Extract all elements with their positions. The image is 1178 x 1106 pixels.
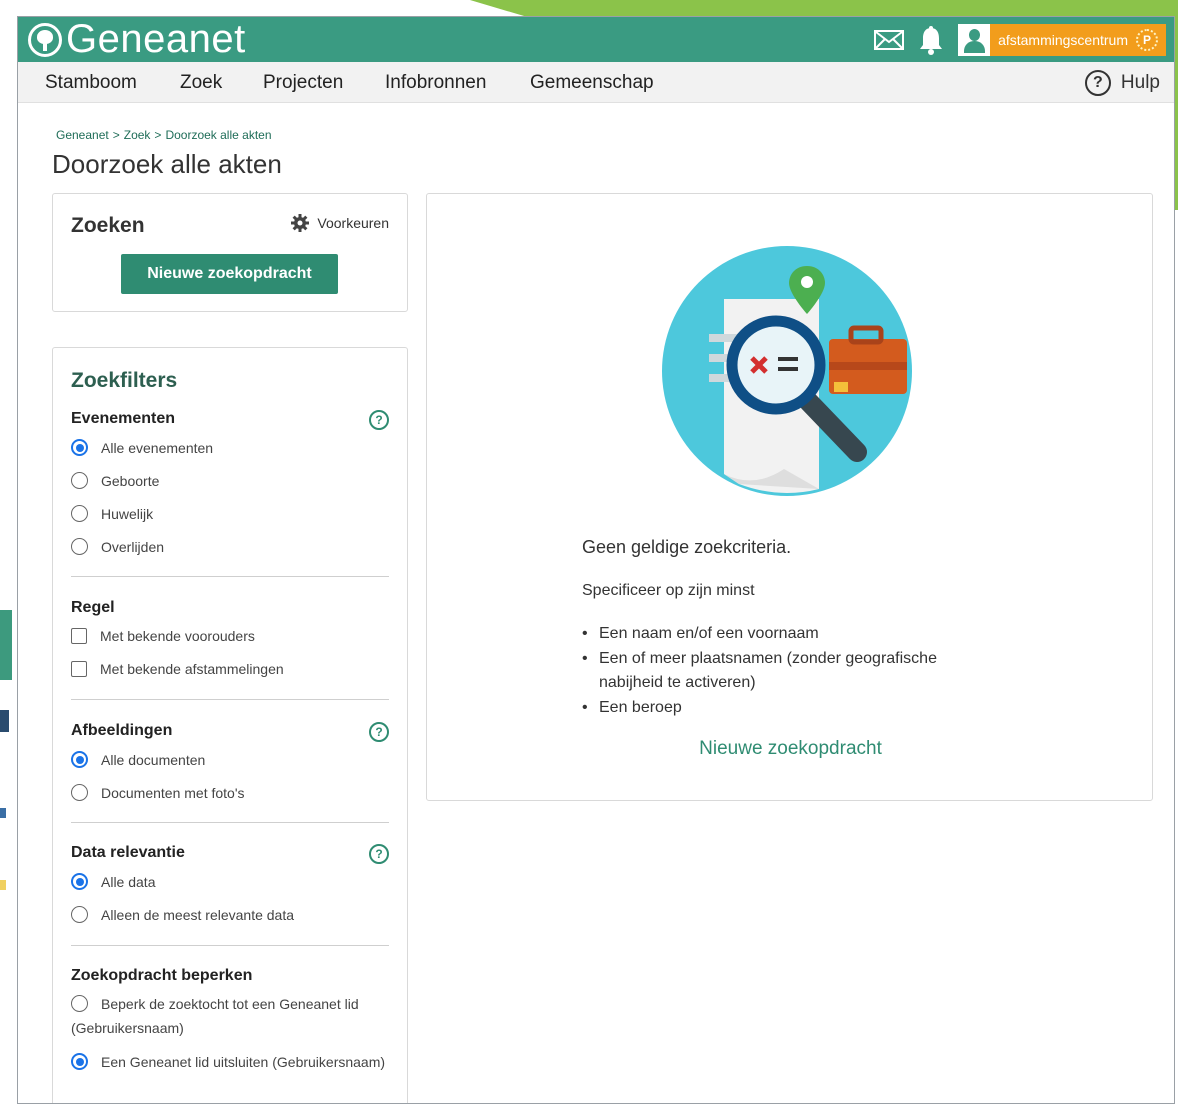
search-panel: Zoeken Voorkeuren Nieuwe zoekopdracht [52, 193, 408, 312]
geneanet-logo[interactable]: Geneanet [28, 17, 246, 62]
checkbox[interactable] [71, 628, 87, 644]
events-option-birth[interactable]: Geboorte [71, 472, 159, 489]
user-name-tag: afstammingscentrum P [990, 24, 1166, 56]
radio-selected[interactable] [71, 751, 88, 768]
nav-item-infobronnen[interactable]: Infobronnen [385, 72, 486, 94]
option-label: Geboorte [101, 472, 160, 489]
breadcrumb-zoek[interactable]: Zoek [124, 128, 151, 142]
option-label: Alleen de meest relevante data [101, 906, 295, 923]
top-icons: afstammingscentrum P [874, 22, 1166, 58]
nav-item-stamboom[interactable]: Stamboom [45, 72, 137, 94]
no-criteria-title: Geen geldige zoekcriteria. [582, 537, 792, 557]
rule-option-descendants[interactable]: Met bekende afstammelingen [71, 661, 284, 677]
new-search-button[interactable]: Nieuwe zoekopdracht [121, 254, 338, 294]
divider [71, 699, 389, 700]
divider [71, 576, 389, 577]
rule-option-ancestors[interactable]: Met bekende voorouders [71, 628, 255, 644]
search-filters-panel: Zoekfilters Evenementen ? Alle evenement… [52, 347, 408, 1103]
breadcrumb-geneanet[interactable]: Geneanet [56, 128, 109, 142]
option-label: Alle evenementen [101, 439, 214, 456]
events-help-icon[interactable]: ? [369, 410, 389, 430]
radio[interactable] [71, 906, 88, 923]
results-panel: Geen geldige zoekcriteria. Specificeer o… [426, 193, 1153, 801]
screenshot-stage: Geneanet afstammingscentrum P Stamboom Z… [0, 0, 1178, 1106]
radio-selected[interactable] [71, 1053, 88, 1070]
option-label: Met bekende afstammelingen [100, 661, 284, 677]
page-title: Doorzoek alle akten [52, 149, 282, 179]
premium-badge-icon: P [1136, 29, 1158, 51]
no-criteria-subtitle: Specificeer op zijn minst [582, 582, 755, 599]
images-option-all[interactable]: Alle documenten [71, 751, 205, 768]
events-option-all[interactable]: Alle evenementen [71, 439, 213, 456]
criteria-list: Een naam en/of een voornaam Een of meer … [582, 622, 1002, 721]
option-label: Een Geneanet lid uitsluiten (Gebruikersn… [101, 1054, 386, 1070]
radio[interactable] [71, 995, 88, 1012]
bell-icon[interactable] [918, 25, 944, 55]
radio[interactable] [71, 505, 88, 522]
brand-name: Geneanet [66, 17, 246, 61]
images-help-icon[interactable]: ? [369, 722, 389, 742]
geneanet-logo-icon [28, 22, 62, 57]
username-label: afstammingscentrum [998, 32, 1128, 48]
relevance-option-most-relevant[interactable]: Alleen de meest relevante data [71, 906, 294, 923]
restrict-section-title: Zoekopdracht beperken [71, 967, 253, 984]
radio[interactable] [71, 538, 88, 555]
preferences-label: Voorkeuren [317, 215, 389, 231]
option-label: Alle data [101, 873, 156, 890]
list-item: Een beroep [582, 696, 1002, 720]
preferences-link[interactable]: Voorkeuren [291, 214, 389, 232]
nav-item-gemeenschap[interactable]: Gemeenschap [530, 72, 654, 94]
filters-title: Zoekfilters [71, 369, 178, 392]
radio[interactable] [71, 472, 88, 489]
list-item: Een naam en/of een voornaam [582, 622, 1002, 646]
help-icon: ? [1084, 70, 1111, 96]
divider [71, 945, 389, 946]
restrict-option-exclude[interactable]: Een Geneanet lid uitsluiten (Gebruikersn… [71, 1050, 391, 1074]
help-link[interactable]: ? Hulp [1084, 70, 1160, 96]
option-label: Beperk de zoektocht tot een Geneanet lid… [71, 996, 359, 1036]
gear-icon [291, 214, 310, 232]
help-label: Hulp [1120, 72, 1160, 93]
option-label: Met bekende voorouders [100, 628, 255, 644]
user-avatar-icon [958, 24, 991, 56]
top-bar: Geneanet afstammingscentrum P [18, 17, 1174, 62]
nav-item-zoek[interactable]: Zoek [180, 72, 222, 94]
checkbox[interactable] [71, 661, 87, 677]
restrict-option-limit[interactable]: Beperk de zoektocht tot een Geneanet lid… [71, 992, 391, 1040]
main-navigation: Stamboom Zoek Projecten Infobronnen Geme… [18, 62, 1174, 103]
option-label: Alle documenten [101, 751, 206, 768]
rule-section-title: Regel [71, 599, 115, 616]
divider [71, 822, 389, 823]
breadcrumb-current[interactable]: Doorzoek alle akten [165, 128, 271, 142]
new-search-link[interactable]: Nieuwe zoekopdracht [427, 738, 1154, 760]
relevance-section-title: Data relevantie [71, 844, 185, 861]
events-option-marriage[interactable]: Huwelijk [71, 505, 153, 522]
list-item: Een of meer plaatsnamen (zonder geografi… [582, 647, 1002, 695]
radio-selected[interactable] [71, 873, 88, 890]
nav-item-projecten[interactable]: Projecten [263, 72, 343, 94]
breadcrumb: Geneanet > Zoek > Doorzoek alle akten [56, 128, 276, 142]
option-label: Documenten met foto's [101, 784, 245, 801]
background-window-edge [0, 590, 12, 890]
mail-icon[interactable] [874, 29, 905, 51]
search-panel-title: Zoeken [71, 214, 145, 237]
option-label: Huwelijk [101, 505, 154, 522]
breadcrumb-separator: > [112, 128, 120, 142]
events-section-title: Evenementen [71, 410, 176, 427]
images-option-photos[interactable]: Documenten met foto's [71, 784, 245, 801]
option-label: Overlijden [101, 538, 165, 555]
breadcrumb-separator: > [154, 128, 162, 142]
images-section-title: Afbeeldingen [71, 722, 173, 739]
events-option-death[interactable]: Overlijden [71, 538, 164, 555]
browser-window: Geneanet afstammingscentrum P Stamboom Z… [17, 16, 1175, 1104]
radio[interactable] [71, 784, 88, 801]
user-menu[interactable]: afstammingscentrum P [958, 23, 1166, 57]
radio-selected[interactable] [71, 439, 88, 456]
search-illustration [662, 246, 912, 496]
relevance-option-all[interactable]: Alle data [71, 873, 155, 890]
relevance-help-icon[interactable]: ? [369, 844, 389, 864]
